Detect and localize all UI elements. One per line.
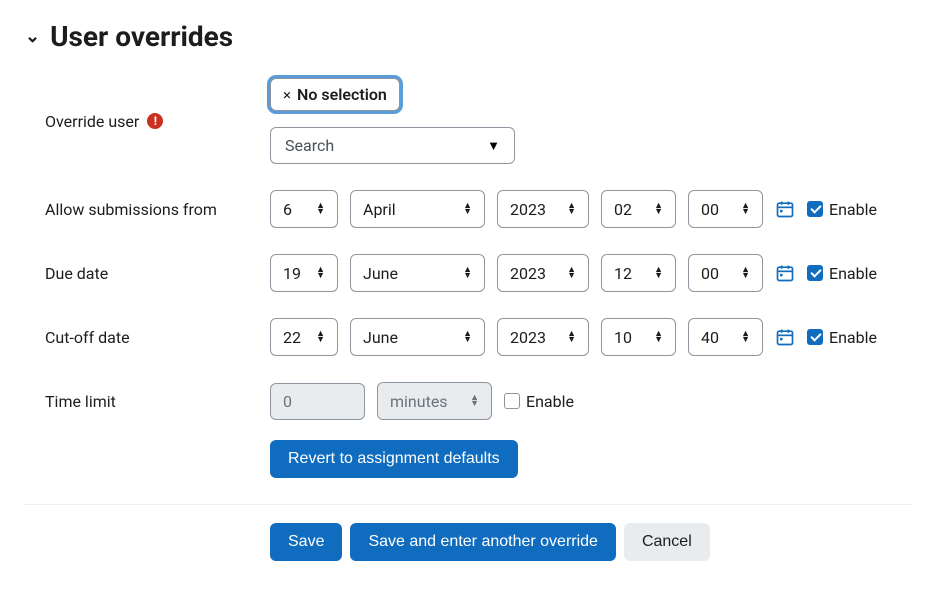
revert-defaults-button[interactable]: Revert to assignment defaults: [270, 440, 518, 478]
user-selection-text: No selection: [297, 85, 387, 104]
save-button[interactable]: Save: [270, 523, 342, 561]
due-date-enable-checkbox[interactable]: [807, 265, 823, 281]
calendar-icon[interactable]: [775, 263, 795, 283]
due-date-label: Due date: [45, 264, 108, 283]
due-date-day-select[interactable]: 19▲▼: [270, 254, 338, 292]
section-toggle[interactable]: ⌄ User overrides: [25, 20, 911, 53]
sort-icon: ▲▼: [654, 203, 663, 215]
sort-icon: ▲▼: [741, 203, 750, 215]
sort-icon: ▲▼: [316, 267, 325, 279]
dropdown-icon: ▼: [487, 138, 500, 154]
sort-icon: ▲▼: [654, 331, 663, 343]
calendar-icon[interactable]: [775, 327, 795, 347]
time-limit-enable-checkbox[interactable]: [504, 393, 520, 409]
override-user-label: Override user: [45, 112, 139, 131]
sort-icon: ▲▼: [741, 331, 750, 343]
sort-icon: ▲▼: [463, 267, 472, 279]
close-icon: ×: [283, 86, 291, 104]
cutoff-enable-label[interactable]: Enable: [807, 328, 877, 347]
sort-icon: ▲▼: [567, 331, 576, 343]
calendar-icon[interactable]: [775, 199, 795, 219]
chevron-down-icon: ⌄: [25, 28, 40, 46]
sort-icon: ▲▼: [741, 267, 750, 279]
allow-from-enable-checkbox[interactable]: [807, 201, 823, 217]
allow-from-hour-select[interactable]: 02▲▼: [601, 190, 676, 228]
cutoff-enable-checkbox[interactable]: [807, 329, 823, 345]
search-placeholder: Search: [285, 136, 334, 155]
user-selection-badge[interactable]: × No selection: [270, 78, 400, 111]
cutoff-hour-select[interactable]: 10▲▼: [601, 318, 676, 356]
sort-icon: ▲▼: [654, 267, 663, 279]
user-search-input[interactable]: Search ▼: [270, 127, 515, 164]
allow-from-enable-label[interactable]: Enable: [807, 200, 877, 219]
divider: [25, 504, 911, 505]
allow-from-minute-select[interactable]: 00▲▼: [688, 190, 763, 228]
due-date-enable-label[interactable]: Enable: [807, 264, 877, 283]
sort-icon: ▲▼: [316, 331, 325, 343]
sort-icon: ▲▼: [470, 395, 479, 407]
cutoff-year-select[interactable]: 2023▲▼: [497, 318, 589, 356]
cutoff-label: Cut-off date: [45, 328, 130, 347]
time-limit-value[interactable]: 0: [270, 383, 365, 420]
cutoff-day-select[interactable]: 22▲▼: [270, 318, 338, 356]
sort-icon: ▲▼: [316, 203, 325, 215]
due-date-year-select[interactable]: 2023▲▼: [497, 254, 589, 292]
time-limit-enable-label[interactable]: Enable: [504, 392, 574, 411]
due-date-hour-select[interactable]: 12▲▼: [601, 254, 676, 292]
sort-icon: ▲▼: [567, 267, 576, 279]
sort-icon: ▲▼: [567, 203, 576, 215]
required-icon: !: [147, 113, 163, 129]
allow-from-year-select[interactable]: 2023▲▼: [497, 190, 589, 228]
due-date-minute-select[interactable]: 00▲▼: [688, 254, 763, 292]
cancel-button[interactable]: Cancel: [624, 523, 710, 561]
section-heading: User overrides: [50, 20, 233, 53]
save-another-button[interactable]: Save and enter another override: [350, 523, 615, 561]
time-limit-unit-select[interactable]: minutes▲▼: [377, 382, 492, 420]
time-limit-label: Time limit: [45, 392, 116, 411]
sort-icon: ▲▼: [463, 331, 472, 343]
sort-icon: ▲▼: [463, 203, 472, 215]
allow-from-day-select[interactable]: 6▲▼: [270, 190, 338, 228]
cutoff-month-select[interactable]: June▲▼: [350, 318, 485, 356]
allow-from-label: Allow submissions from: [45, 200, 217, 219]
due-date-month-select[interactable]: June▲▼: [350, 254, 485, 292]
allow-from-month-select[interactable]: April▲▼: [350, 190, 485, 228]
cutoff-minute-select[interactable]: 40▲▼: [688, 318, 763, 356]
